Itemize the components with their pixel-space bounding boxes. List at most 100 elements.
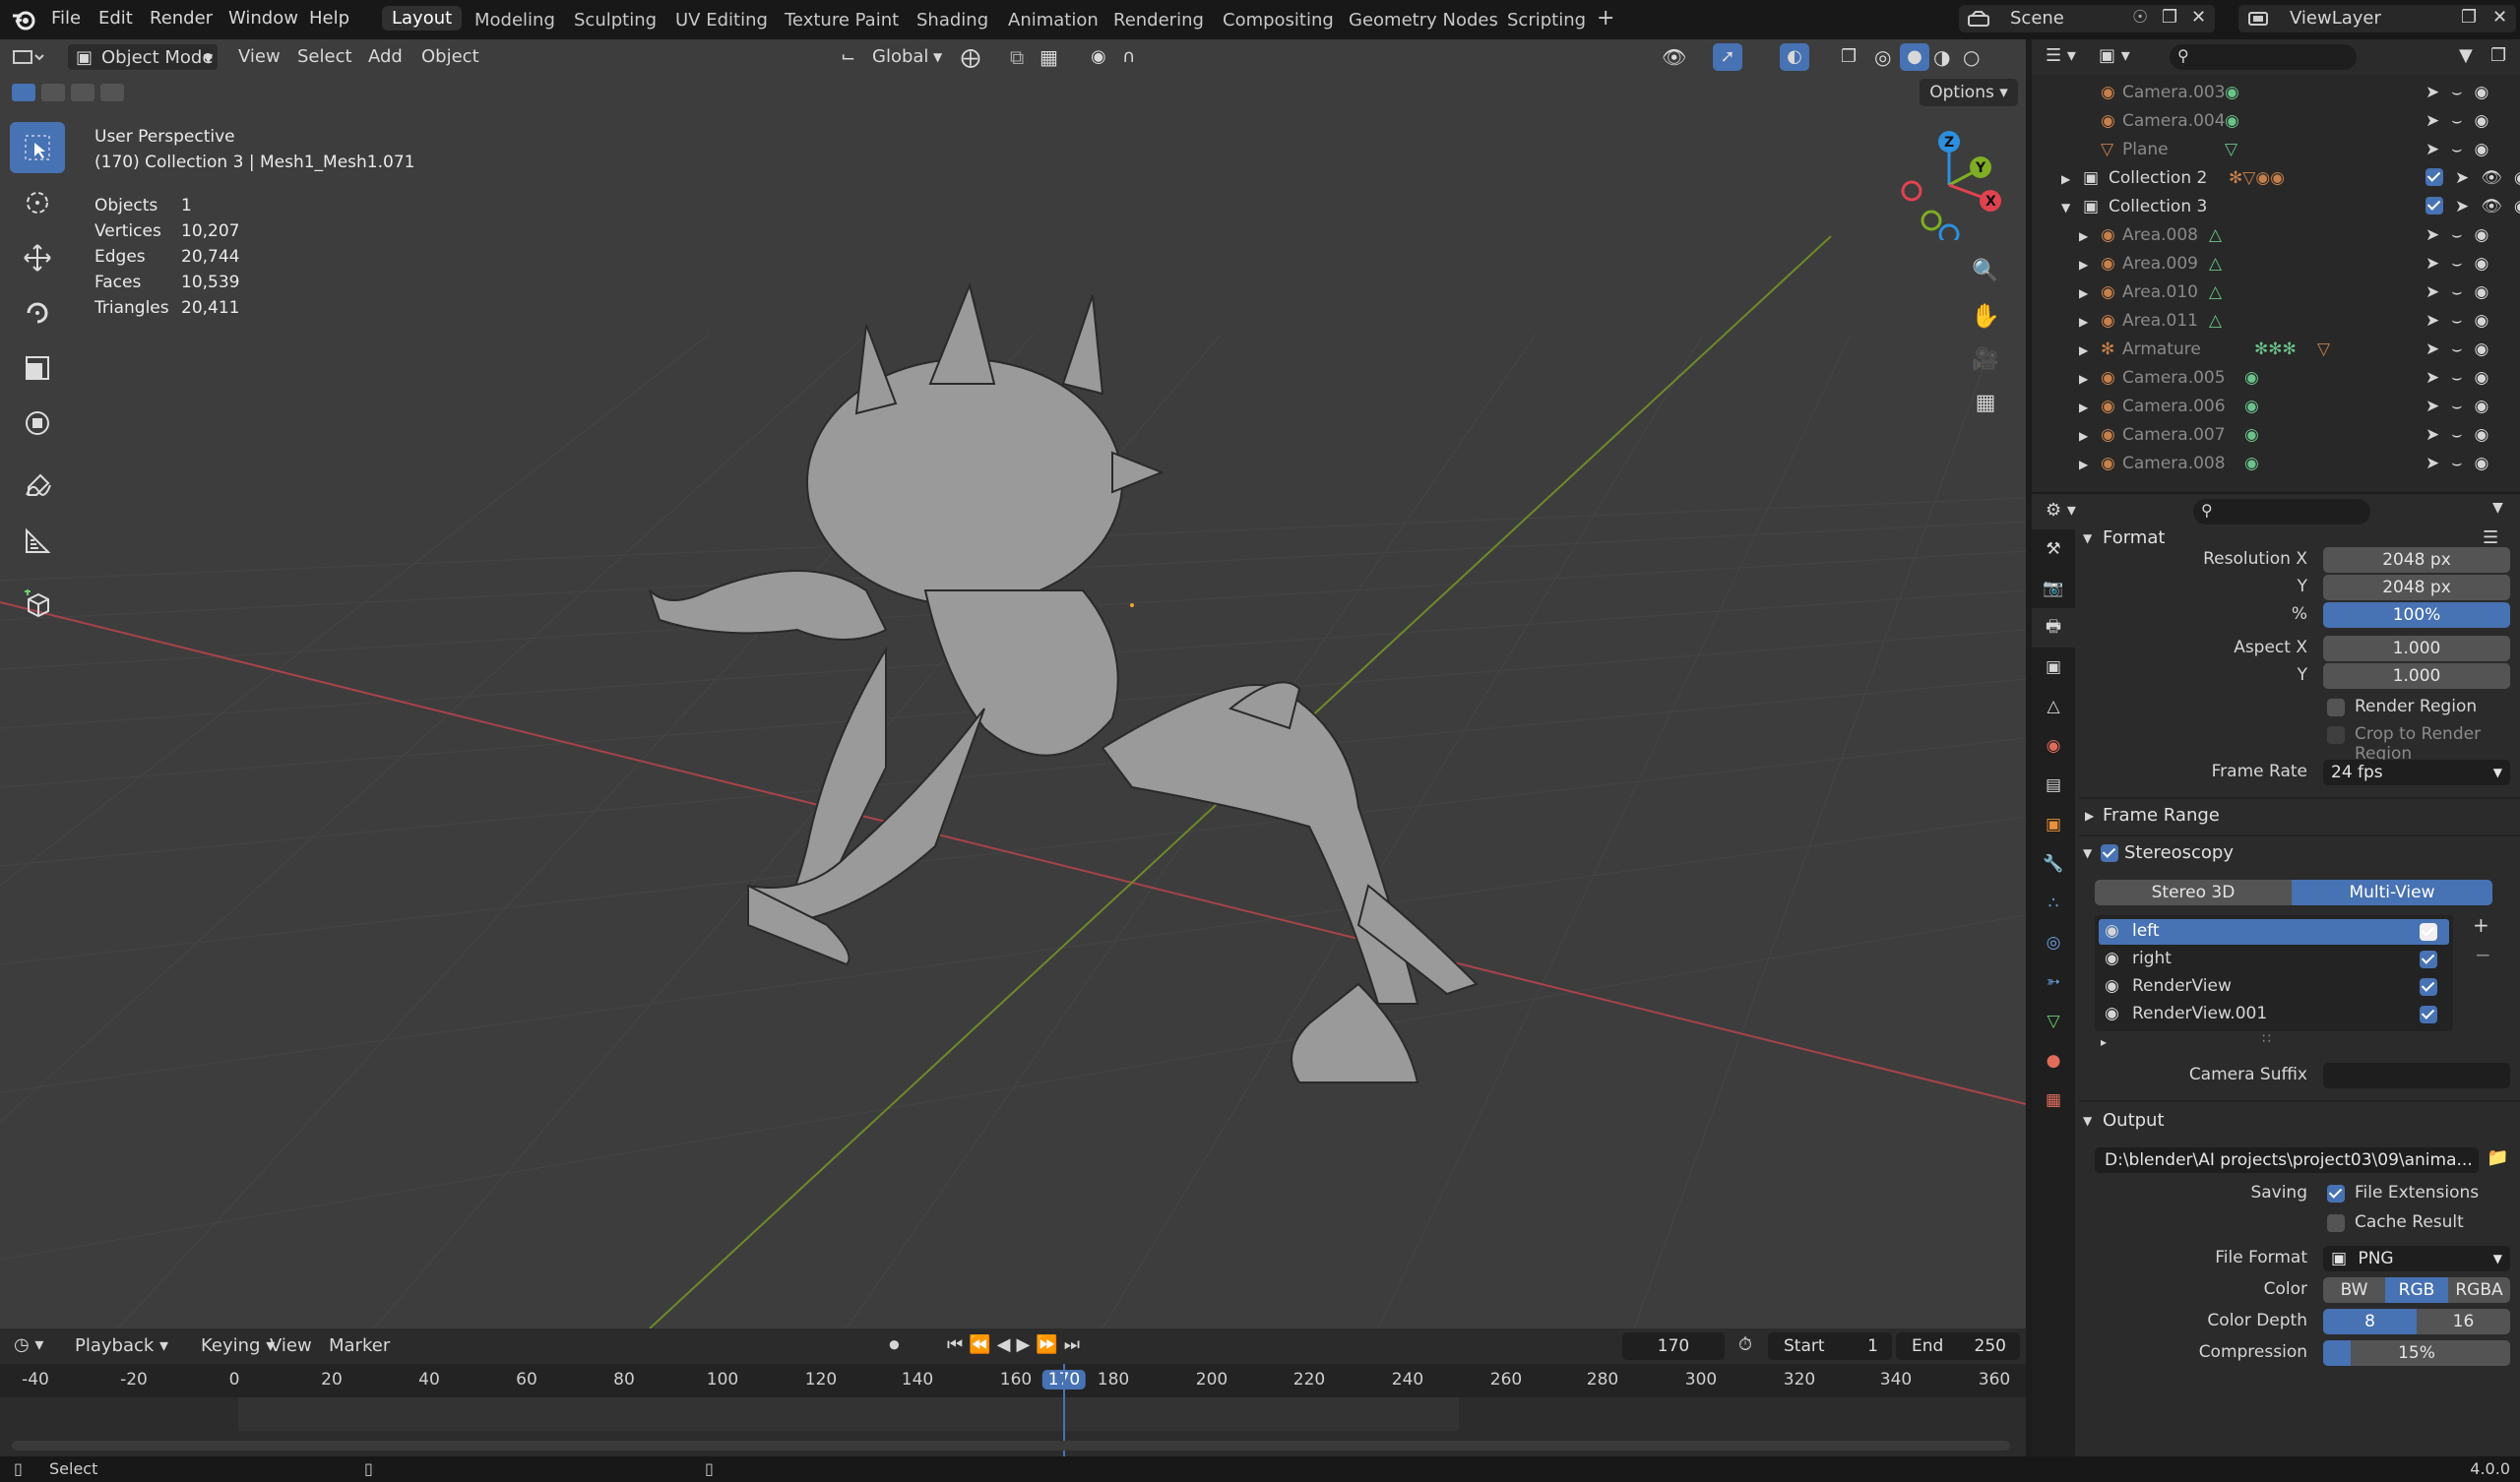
navigation-gizmo[interactable]: Z Y X bbox=[1890, 122, 2008, 240]
tab-rendering[interactable]: Rendering bbox=[1113, 10, 1204, 31]
timeline-editor[interactable]: ◷ ▾ Playback ▾ Keying ▾ View Marker ⚫ ⏮⏪… bbox=[0, 1328, 2026, 1466]
list-item[interactable]: ▶ ◉ Area.010 △ ➤ ⌣ ◉ bbox=[2032, 278, 2520, 307]
measure-tool[interactable] bbox=[10, 516, 65, 567]
list-item[interactable]: ▶ ◉ Camera.005 ◉ ➤ ⌣ ◉ bbox=[2032, 364, 2520, 393]
tab-particles[interactable]: ∴ bbox=[2032, 884, 2075, 923]
resolution-percent-slider[interactable]: 100% bbox=[2323, 602, 2510, 628]
close-scene-icon[interactable]: ✕ bbox=[2191, 7, 2206, 28]
frame-range-panel-title[interactable]: Frame Range bbox=[2103, 805, 2220, 826]
add-workspace-button[interactable]: + bbox=[1597, 6, 1614, 31]
output-panel-title[interactable]: Output bbox=[2103, 1110, 2165, 1131]
select-arrow-icon[interactable]: ➤ bbox=[2426, 454, 2439, 473]
timeline-editor-type-icon[interactable]: ◷ ▾ bbox=[14, 1334, 43, 1355]
tab-data[interactable]: ▽ bbox=[2032, 1002, 2075, 1041]
outliner-search-input[interactable]: ⚲ bbox=[2170, 44, 2357, 70]
file-extensions-checkbox[interactable] bbox=[2327, 1185, 2345, 1203]
exclude-checkbox[interactable] bbox=[2426, 168, 2443, 186]
tab-world[interactable]: ◉ bbox=[2032, 726, 2075, 766]
render-camera-icon[interactable]: ◉ bbox=[2474, 368, 2488, 388]
tab-scene[interactable]: △ bbox=[2032, 687, 2075, 726]
filter-icon[interactable]: ▼ bbox=[2459, 45, 2473, 66]
tab-layout[interactable]: Layout bbox=[382, 6, 463, 31]
menu-window[interactable]: Window bbox=[228, 8, 298, 29]
properties-editor[interactable]: ⚙ ▾ ⚲ ▼ ⚒ 📷 🖶 ▣ △ ◉ ▤ ▣ 🔧 ∴ ◎ ➳ ▽ ● ▦ ▼ … bbox=[2032, 494, 2520, 1456]
hide-icon[interactable]: ⌣ bbox=[2451, 83, 2462, 102]
select-arrow-icon[interactable]: ➤ bbox=[2426, 368, 2439, 388]
expand-arrow-icon[interactable]: ▶ bbox=[2079, 401, 2088, 414]
chevron-down-icon[interactable]: ▼ bbox=[2492, 500, 2503, 516]
3d-viewport[interactable]: ▣ Object Mode ▼ View Select Add Object ⌙… bbox=[0, 39, 2026, 1328]
menu-view[interactable]: View bbox=[238, 43, 281, 71]
playback-controls[interactable]: ⏮⏪◀▶⏩⏭ bbox=[947, 1334, 1086, 1355]
presets-list-icon[interactable]: ☰ bbox=[2483, 527, 2498, 548]
tab-modifiers[interactable]: 🔧 bbox=[2032, 844, 2075, 884]
tab-output[interactable]: 🖶 bbox=[2032, 608, 2075, 648]
menu-select[interactable]: Select bbox=[297, 43, 352, 71]
snap-target-icon[interactable]: ▦ bbox=[1040, 43, 1058, 71]
render-camera-icon[interactable]: ◉ bbox=[2474, 83, 2488, 102]
expand-arrow-icon[interactable]: ▶ bbox=[2079, 372, 2088, 386]
list-options-arrow-icon[interactable]: ▸ bbox=[2101, 1035, 2107, 1049]
collapse-arrow-icon[interactable]: ▼ bbox=[2061, 201, 2070, 215]
exclude-checkbox[interactable] bbox=[2426, 197, 2443, 215]
render-camera-icon[interactable]: ◉ bbox=[2474, 425, 2488, 445]
file-format-dropdown[interactable]: ▣ PNG ▼ bbox=[2323, 1246, 2510, 1271]
cache-result-checkbox[interactable] bbox=[2327, 1214, 2345, 1232]
render-camera-icon[interactable]: ◉ bbox=[2474, 140, 2488, 159]
options-button[interactable]: Options ▾ bbox=[1920, 79, 2018, 106]
menu-add[interactable]: Add bbox=[368, 43, 403, 71]
scene-selector[interactable]: Scene ☉ ❐ ✕ bbox=[1959, 5, 2215, 32]
render-camera-icon[interactable]: ◉ bbox=[2474, 397, 2488, 416]
hide-icon[interactable]: ⌣ bbox=[2451, 111, 2462, 131]
expand-arrow-icon[interactable]: ▶ bbox=[2079, 258, 2088, 272]
render-region-checkbox[interactable] bbox=[2327, 699, 2345, 716]
render-camera-icon[interactable]: ◉ bbox=[2474, 225, 2488, 245]
material-shading-icon[interactable]: ◑ bbox=[1933, 43, 1950, 71]
view-enabled-checkbox[interactable] bbox=[2420, 951, 2437, 968]
select-arrow-icon[interactable]: ➤ bbox=[2426, 254, 2439, 274]
select-arrow-icon[interactable]: ➤ bbox=[2426, 425, 2439, 445]
view-enabled-checkbox[interactable] bbox=[2420, 923, 2437, 941]
clock-icon[interactable]: ⏱ bbox=[1738, 1334, 1752, 1355]
render-camera-icon[interactable]: ◉ bbox=[2474, 254, 2488, 274]
neg-y-axis-icon[interactable] bbox=[1921, 210, 1942, 231]
stereo-3d-tab[interactable]: Stereo 3D bbox=[2095, 880, 2292, 905]
neg-x-axis-icon[interactable] bbox=[1901, 180, 1922, 202]
render-camera-icon[interactable]: ◉ bbox=[2474, 111, 2488, 131]
list-item[interactable]: ◉ Camera.003 ◉ ➤ ⌣ ◉ bbox=[2032, 79, 2520, 107]
crop-region-checkbox[interactable] bbox=[2327, 726, 2345, 744]
tab-sculpting[interactable]: Sculpting bbox=[574, 10, 657, 31]
tab-view-layer[interactable]: ▣ bbox=[2032, 648, 2075, 687]
snap-icon[interactable]: ⧉ bbox=[1010, 43, 1024, 71]
proportional-edit-icon[interactable]: ◉ bbox=[1091, 43, 1106, 71]
resolution-y-field[interactable]: 2048 px bbox=[2323, 575, 2510, 600]
rendered-shading-icon[interactable]: ○ bbox=[1963, 43, 1980, 71]
render-camera-icon[interactable]: ◉ bbox=[2474, 282, 2488, 302]
tab-tool[interactable]: ⚒ bbox=[2032, 529, 2075, 569]
timeline-scrollbar[interactable] bbox=[12, 1441, 2010, 1451]
output-path-input[interactable]: D:\blender\AI projects\project03\09\anim… bbox=[2095, 1147, 2479, 1173]
expand-arrow-icon[interactable]: ▶ bbox=[2079, 458, 2088, 471]
tab-animation[interactable]: Animation bbox=[1008, 10, 1099, 31]
eye-icon[interactable]: 👁 bbox=[2481, 168, 2502, 188]
outliner[interactable]: ☰ ▾ ▣ ▾ ⚲ ▼ ❐ ◉ Camera.003 ◉ ➤ ⌣ ◉ ◉ Camer… bbox=[2032, 39, 2520, 492]
select-arrow-icon[interactable]: ➤ bbox=[2426, 225, 2439, 245]
list-item[interactable]: ▼ ▣ Collection 3 ➤👁◉ bbox=[2032, 193, 2520, 221]
render-camera-icon[interactable]: ◉ bbox=[2474, 454, 2488, 473]
expand-arrow-icon[interactable]: ▶ bbox=[2061, 172, 2070, 186]
tab-modeling[interactable]: Modeling bbox=[474, 10, 555, 31]
render-camera-icon[interactable]: ◉ bbox=[2514, 168, 2520, 188]
stereoscopy-checkbox[interactable] bbox=[2101, 844, 2118, 862]
remove-view-icon[interactable]: − bbox=[2475, 943, 2491, 966]
tab-constraints[interactable]: ➳ bbox=[2032, 962, 2075, 1002]
color-bw-button[interactable]: BW bbox=[2323, 1277, 2385, 1303]
menu-playback[interactable]: Playback ▾ bbox=[75, 1332, 168, 1360]
overlay-toggle[interactable]: ◐ bbox=[1780, 43, 1809, 71]
end-frame-field[interactable]: End 250 bbox=[1896, 1332, 2020, 1360]
eye-icon[interactable]: 👁 bbox=[2481, 197, 2502, 216]
format-panel-title[interactable]: Format bbox=[2103, 527, 2165, 548]
collapse-arrow-icon[interactable]: ▼ bbox=[2083, 1114, 2092, 1128]
tab-render[interactable]: 📷 bbox=[2032, 569, 2075, 608]
display-mode-icon[interactable]: ▣ ▾ bbox=[2099, 45, 2130, 66]
zoom-button[interactable]: 🔍 bbox=[1967, 252, 2004, 289]
